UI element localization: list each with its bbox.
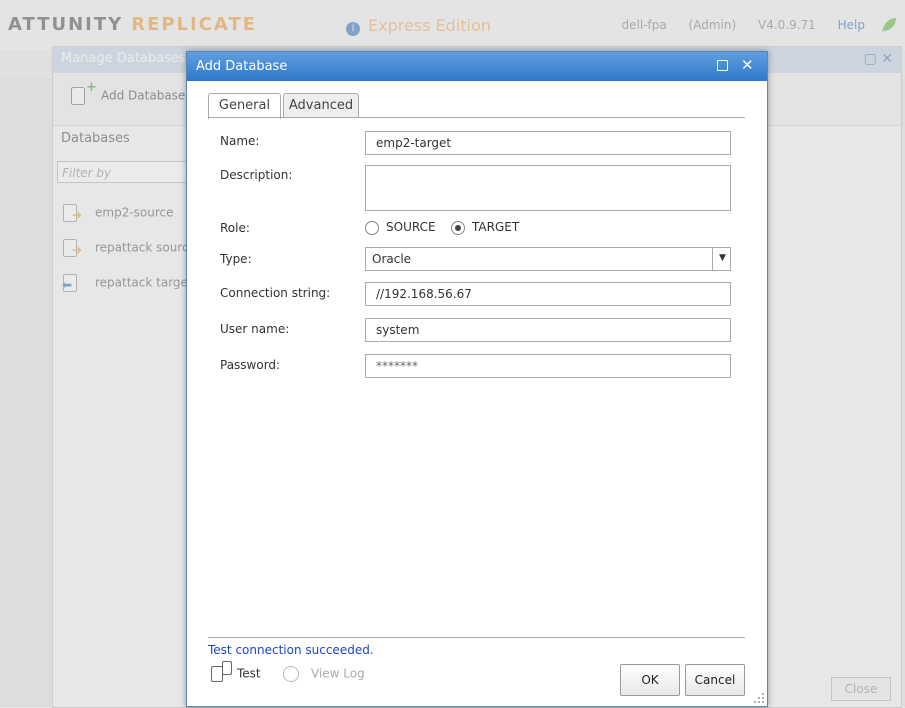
- user-name-field[interactable]: system: [365, 318, 731, 342]
- role-source-radio[interactable]: SOURCE: [365, 220, 436, 235]
- cancel-button[interactable]: Cancel: [685, 664, 745, 696]
- password-field[interactable]: *******: [365, 354, 731, 378]
- tab-advanced[interactable]: Advanced: [283, 93, 359, 118]
- add-database-dialog: Add Database ✕ General Advanced Name: em…: [186, 51, 768, 707]
- user-name-label: User name:: [220, 322, 290, 336]
- status-divider: [208, 637, 745, 638]
- close-icon[interactable]: ✕: [741, 56, 754, 74]
- resize-grip-icon[interactable]: [753, 692, 765, 704]
- description-label: Description:: [220, 168, 293, 182]
- description-field[interactable]: [365, 165, 731, 211]
- connection-string-label: Connection string:: [220, 286, 331, 300]
- chevron-down-icon[interactable]: ▼: [712, 247, 732, 271]
- name-label: Name:: [220, 134, 260, 148]
- test-label: Test: [237, 666, 261, 681]
- name-field[interactable]: emp2-target: [365, 131, 731, 155]
- role-label: Role:: [220, 221, 250, 235]
- test-button[interactable]: Test: [211, 661, 261, 682]
- type-label: Type:: [220, 252, 252, 266]
- dialog-title: Add Database: [187, 52, 767, 81]
- view-log-label: View Log: [311, 666, 365, 681]
- radio-icon: [365, 220, 379, 235]
- role-target-label: TARGET: [472, 220, 520, 234]
- ok-button[interactable]: OK: [620, 664, 680, 696]
- type-select[interactable]: Oracle ▼: [365, 247, 731, 271]
- tab-general[interactable]: General: [208, 93, 281, 119]
- maximize-icon[interactable]: [717, 60, 728, 71]
- password-label: Password:: [220, 358, 281, 372]
- radio-selected-icon: [451, 220, 465, 235]
- role-source-label: SOURCE: [386, 220, 436, 234]
- view-log-button[interactable]: View Log: [283, 666, 365, 682]
- type-value: Oracle: [372, 252, 412, 266]
- tab-divider: [208, 117, 745, 118]
- connection-string-field[interactable]: //192.168.56.67: [365, 282, 731, 306]
- magnifier-icon: [283, 666, 299, 682]
- test-connection-icon: [211, 661, 232, 682]
- role-target-radio[interactable]: TARGET: [451, 220, 519, 235]
- status-message: Test connection succeeded.: [208, 643, 374, 657]
